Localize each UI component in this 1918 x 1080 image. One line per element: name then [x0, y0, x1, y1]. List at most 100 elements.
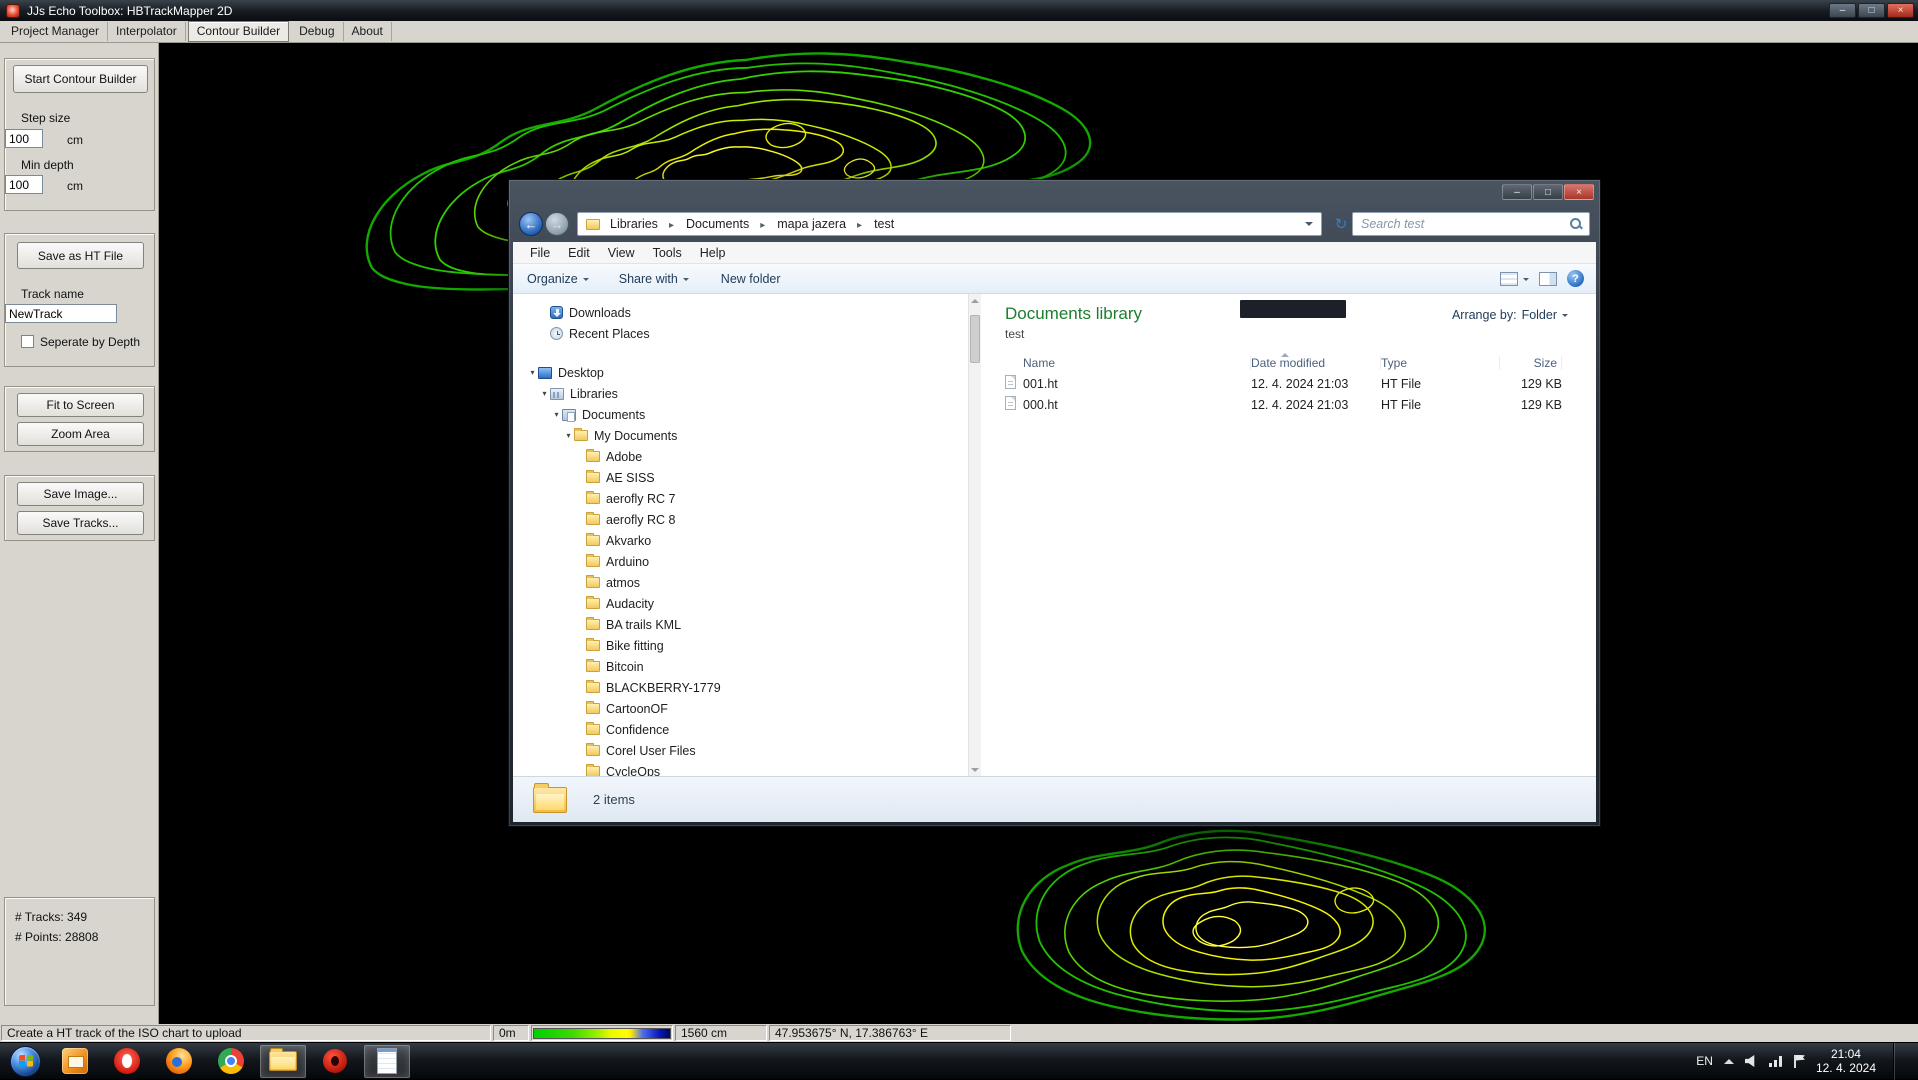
- tree-item[interactable]: Corel User Files: [513, 740, 968, 761]
- tree-item[interactable]: Documents: [513, 404, 968, 425]
- tree-item[interactable]: AE SISS: [513, 467, 968, 488]
- file-row[interactable]: 000.ht 12. 4. 2024 21:03 HT File 129 KB: [981, 394, 1596, 415]
- min-depth-input[interactable]: [5, 175, 43, 194]
- save-ht-file-button[interactable]: Save as HT File: [17, 242, 144, 269]
- refresh-icon[interactable]: ↻: [1330, 213, 1352, 235]
- tree-item[interactable]: Audacity: [513, 593, 968, 614]
- menu-item[interactable]: Help: [691, 244, 735, 262]
- tree-item-icon: [586, 514, 600, 525]
- show-hidden-icons[interactable]: [1724, 1054, 1734, 1064]
- tree-item[interactable]: Arduino: [513, 551, 968, 572]
- save-image-button[interactable]: Save Image...: [17, 482, 144, 506]
- breadcrumb[interactable]: LibrariesDocumentsmapa jazeratest: [577, 212, 1322, 236]
- taskbar-item-chrome[interactable]: [208, 1045, 254, 1078]
- arrange-by-value[interactable]: Folder: [1522, 308, 1557, 322]
- back-button[interactable]: ←: [519, 212, 543, 236]
- column-date-modified[interactable]: Date modified: [1251, 356, 1381, 370]
- tree-item[interactable]: Libraries: [513, 383, 968, 404]
- tree-item[interactable]: aerofly RC 7: [513, 488, 968, 509]
- tree-item[interactable]: Confidence: [513, 719, 968, 740]
- tree-item[interactable]: Bitcoin: [513, 656, 968, 677]
- column-name[interactable]: Name: [1023, 356, 1251, 370]
- network-icon[interactable]: [1769, 1055, 1783, 1067]
- minimize-button[interactable]: –: [1829, 3, 1856, 18]
- breadcrumb-item[interactable]: mapa jazera: [771, 215, 868, 233]
- clock[interactable]: 21:04 12. 4. 2024: [1816, 1047, 1876, 1075]
- language-indicator[interactable]: EN: [1696, 1054, 1713, 1068]
- status-bar: Create a HT track of the ISO chart to up…: [0, 1024, 1918, 1042]
- fit-to-screen-button[interactable]: Fit to Screen: [17, 393, 144, 417]
- show-desktop-button[interactable]: [1893, 1043, 1906, 1080]
- favorite-item[interactable]: Downloads: [513, 302, 968, 323]
- close-button[interactable]: ×: [1887, 3, 1914, 18]
- save-tracks-button[interactable]: Save Tracks...: [17, 511, 144, 535]
- zoom-area-button[interactable]: Zoom Area: [17, 422, 144, 446]
- help-icon[interactable]: [1567, 270, 1584, 287]
- preview-pane-icon[interactable]: [1539, 272, 1557, 286]
- menu-item[interactable]: Tools: [644, 244, 691, 262]
- tree-item[interactable]: aerofly RC 8: [513, 509, 968, 530]
- share-with-button[interactable]: Share with: [619, 272, 689, 286]
- menu-item[interactable]: File: [521, 244, 559, 262]
- tree-item[interactable]: atmos: [513, 572, 968, 593]
- arrange-by-control[interactable]: Arrange by: Folder: [1452, 308, 1568, 322]
- taskbar-item-opera-gx[interactable]: [312, 1045, 358, 1078]
- breadcrumb-item[interactable]: test: [868, 215, 900, 233]
- change-view-button[interactable]: [1500, 272, 1529, 286]
- tree-item[interactable]: BA trails KML: [513, 614, 968, 635]
- tree-item[interactable]: My Documents: [513, 425, 968, 446]
- address-dropdown-icon[interactable]: [1305, 222, 1313, 230]
- explorer-minimize-button[interactable]: –: [1502, 184, 1532, 200]
- start-contour-builder-button[interactable]: Start Contour Builder: [13, 65, 148, 93]
- tree-item[interactable]: Akvarko: [513, 530, 968, 551]
- taskbar-item-firefox[interactable]: [156, 1045, 202, 1078]
- taskbar: EN 21:04 12. 4. 2024: [0, 1042, 1918, 1079]
- menu-item[interactable]: Edit: [559, 244, 599, 262]
- volume-icon[interactable]: [1745, 1055, 1758, 1067]
- tree-item[interactable]: CartoonOF: [513, 698, 968, 719]
- tab[interactable]: Debug: [291, 22, 343, 41]
- taskbar-item-explorer[interactable]: [260, 1045, 306, 1078]
- scrollbar-thumb[interactable]: [970, 315, 980, 363]
- tray-date: 12. 4. 2024: [1816, 1061, 1876, 1075]
- column-type[interactable]: Type: [1381, 356, 1500, 370]
- tree-item[interactable]: Desktop: [513, 362, 968, 383]
- separate-by-depth-checkbox[interactable]: [21, 335, 34, 348]
- new-folder-button[interactable]: New folder: [721, 272, 781, 286]
- taskbar-item-notepad[interactable]: [364, 1045, 410, 1078]
- menu-item[interactable]: View: [599, 244, 644, 262]
- taskbar-item-outlook[interactable]: [52, 1045, 98, 1078]
- tree-item[interactable]: BLACKBERRY-1779: [513, 677, 968, 698]
- breadcrumb-item[interactable]: Documents: [680, 215, 771, 233]
- tree-item[interactable]: Adobe: [513, 446, 968, 467]
- scroll-down-icon[interactable]: [969, 763, 981, 776]
- tab[interactable]: Contour Builder: [188, 21, 289, 42]
- tab[interactable]: About: [344, 22, 392, 41]
- tab[interactable]: Project Manager: [3, 22, 108, 41]
- tree-item[interactable]: CycleOps: [513, 761, 968, 776]
- organize-button[interactable]: Organize: [527, 272, 589, 286]
- tree-item-icon: [586, 556, 600, 567]
- tree-scrollbar[interactable]: [968, 294, 981, 776]
- scroll-up-icon[interactable]: [969, 294, 981, 307]
- file-row[interactable]: 001.ht 12. 4. 2024 21:03 HT File 129 KB: [981, 373, 1596, 394]
- forward-button[interactable]: →: [545, 212, 569, 236]
- track-name-input[interactable]: [5, 304, 117, 323]
- maximize-button[interactable]: □: [1858, 3, 1885, 18]
- favorite-item[interactable]: Recent Places: [513, 323, 968, 344]
- tab[interactable]: Interpolator: [108, 22, 186, 41]
- taskbar-item-opera[interactable]: [104, 1045, 150, 1078]
- step-size-label: Step size: [21, 111, 70, 125]
- column-size[interactable]: Size: [1500, 356, 1562, 370]
- explorer-close-button[interactable]: ×: [1564, 184, 1594, 200]
- tree-item-label: Akvarko: [606, 534, 651, 548]
- search-input[interactable]: [1359, 216, 1569, 232]
- tree-item-icon: [574, 430, 588, 441]
- breadcrumb-item[interactable]: Libraries: [604, 215, 680, 233]
- start-button[interactable]: [10, 1046, 41, 1077]
- action-center-icon[interactable]: [1794, 1055, 1805, 1068]
- tree-item[interactable]: Bike fitting: [513, 635, 968, 656]
- favorites-section: Downloads Recent Places: [513, 302, 968, 344]
- explorer-maximize-button[interactable]: □: [1533, 184, 1563, 200]
- step-size-input[interactable]: [5, 129, 43, 148]
